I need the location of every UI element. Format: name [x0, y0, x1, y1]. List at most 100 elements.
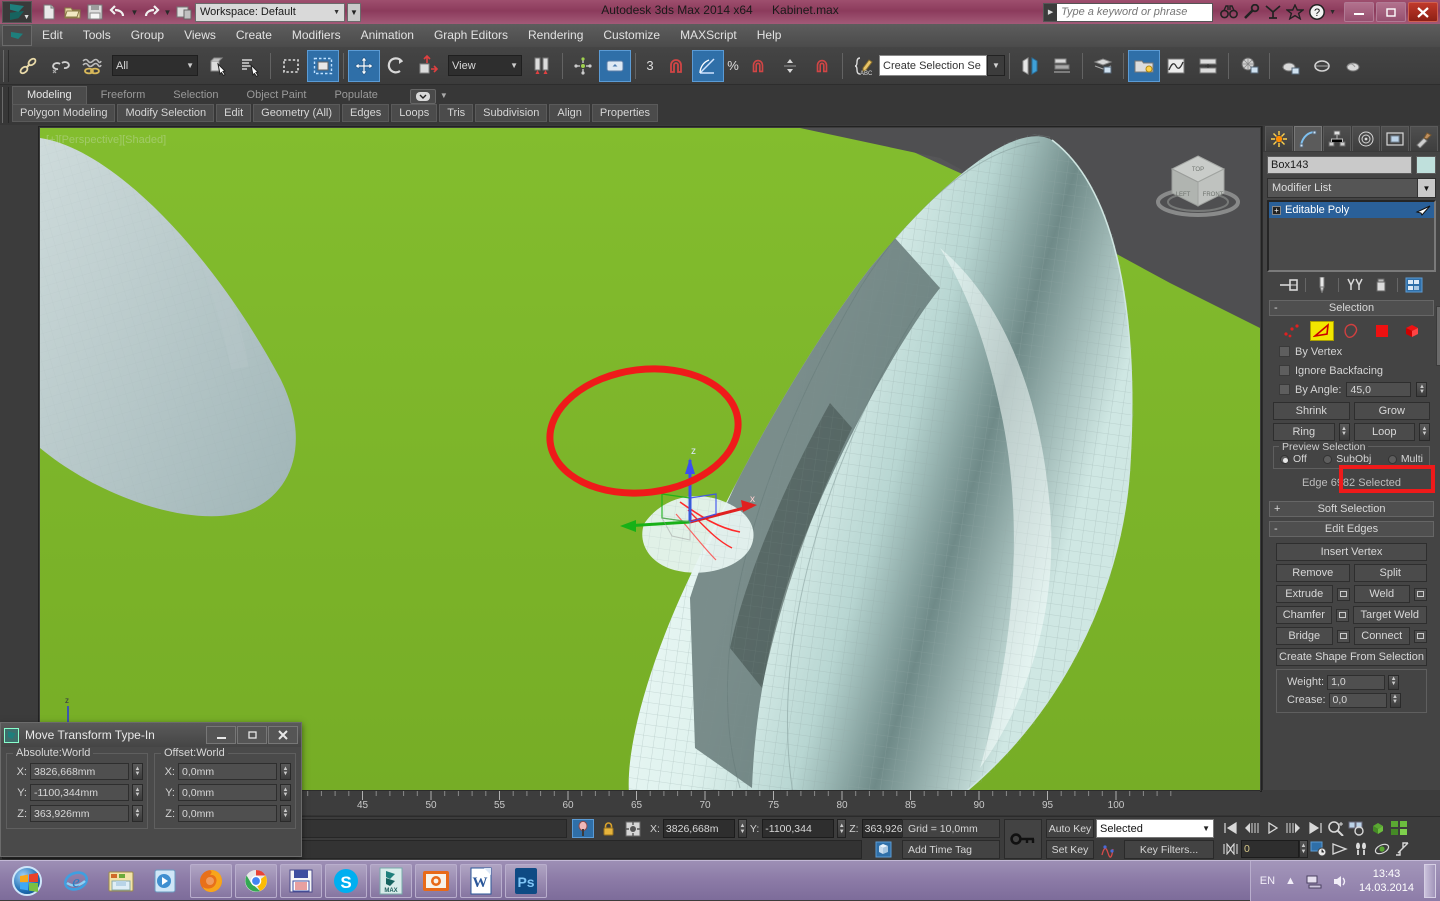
- taskbar-skype[interactable]: S: [325, 863, 367, 898]
- weld-button[interactable]: Weld: [1353, 585, 1410, 603]
- ignore-backfacing-row[interactable]: Ignore Backfacing: [1271, 361, 1432, 380]
- clock[interactable]: 13:43 14.03.2014: [1359, 867, 1414, 895]
- menu-item-graph-editors[interactable]: Graph Editors: [424, 24, 518, 47]
- menu-item-customize[interactable]: Customize: [593, 24, 670, 47]
- display-tab[interactable]: [1381, 126, 1409, 151]
- add-time-tag-button[interactable]: Add Time Tag: [902, 840, 1000, 859]
- layer-manager-icon[interactable]: [1087, 50, 1119, 82]
- zoom-extents-icon[interactable]: [1346, 818, 1367, 838]
- edge-subobject-button[interactable]: [1309, 321, 1334, 341]
- zoom-region-icon[interactable]: [1325, 818, 1346, 838]
- zoom-extents-all-icon[interactable]: [1367, 818, 1388, 838]
- target-weld-button[interactable]: Target Weld: [1352, 606, 1427, 624]
- configure-modifier-sets-icon[interactable]: [1404, 276, 1424, 294]
- offset-z-field[interactable]: 0,0mm: [178, 805, 277, 822]
- isolate-selection-icon[interactable]: [866, 840, 900, 859]
- move-transform-type-in-dialog[interactable]: Move Transform Type-In Absolute:World X:…: [0, 722, 302, 857]
- close-button[interactable]: [1408, 2, 1438, 22]
- menu-item-tools[interactable]: Tools: [73, 24, 121, 47]
- search-box[interactable]: ▶: [1043, 2, 1214, 22]
- weight-spinner[interactable]: ▲ ▼: [1388, 674, 1400, 690]
- offset-y-spinner[interactable]: ▲ ▼: [280, 784, 291, 801]
- named-selection-set-input[interactable]: Create Selection Se: [879, 55, 987, 76]
- curve-editor-icon[interactable]: [1160, 50, 1192, 82]
- modifier-stack[interactable]: + Editable Poly: [1267, 200, 1436, 272]
- taskbar-image-viewer[interactable]: [415, 863, 457, 898]
- ribbon-tab-freeform[interactable]: Freeform: [87, 87, 160, 104]
- absolute-relative-toggle-icon[interactable]: [622, 819, 644, 838]
- unlink-selection-icon[interactable]: [44, 50, 76, 82]
- coord-x-field[interactable]: 3826,668m: [662, 819, 735, 838]
- modifier-stack-item-editable-poly[interactable]: + Editable Poly: [1269, 202, 1434, 218]
- menu-item-maxscript[interactable]: MAXScript: [670, 24, 747, 47]
- taskbar-word[interactable]: W: [460, 863, 502, 898]
- minimize-button[interactable]: [1344, 2, 1374, 22]
- ribbon-grip[interactable]: [2, 87, 9, 123]
- current-frame-field[interactable]: 0: [1241, 840, 1299, 858]
- help-icon[interactable]: ?: [1307, 3, 1326, 22]
- pan-view-icon[interactable]: [1392, 839, 1413, 859]
- by-angle-field[interactable]: 45,0: [1346, 382, 1412, 397]
- taskbar-internet-explorer[interactable]: e: [55, 864, 97, 898]
- grow-button[interactable]: Grow: [1353, 402, 1430, 420]
- use-pivot-point-center-icon[interactable]: [526, 50, 558, 82]
- absolute-z-field[interactable]: 363,926mm: [30, 805, 129, 822]
- walkthrough-icon[interactable]: [1350, 839, 1371, 859]
- perspective-viewport[interactable]: z x [+][Perspective][Shaded] z y: [40, 128, 1260, 790]
- object-name-input[interactable]: Box143: [1267, 156, 1412, 174]
- taskbar-photoshop[interactable]: Ps: [505, 863, 547, 898]
- ribbon-panel-modify-selection[interactable]: Modify Selection: [117, 104, 215, 122]
- offset-y-field[interactable]: 0,0mm: [178, 784, 277, 801]
- hierarchy-tab[interactable]: [1323, 126, 1351, 151]
- dialog-minimize-button[interactable]: [206, 726, 236, 744]
- by-vertex-row[interactable]: By Vertex: [1271, 342, 1432, 361]
- volume-icon[interactable]: [1332, 874, 1348, 889]
- select-by-name-icon[interactable]: [234, 50, 266, 82]
- preview-multi-radio[interactable]: Multi: [1387, 453, 1423, 465]
- vertex-subobject-button[interactable]: [1280, 321, 1304, 341]
- favorites-star-icon[interactable]: [1285, 3, 1304, 22]
- offset-z-spinner[interactable]: ▲ ▼: [280, 805, 291, 822]
- border-subobject-button[interactable]: [1340, 321, 1364, 341]
- select-and-move-icon[interactable]: [348, 49, 380, 82]
- menu-item-animation[interactable]: Animation: [351, 24, 424, 47]
- scene-explorer-icon[interactable]: [1128, 49, 1160, 82]
- play-animation-icon[interactable]: [1262, 818, 1283, 838]
- absolute-y-field[interactable]: -1100,344mm: [30, 784, 129, 801]
- ribbon-tab-modeling[interactable]: Modeling: [12, 86, 87, 104]
- render-setup-icon[interactable]: [1274, 50, 1306, 82]
- auto-key-button[interactable]: Auto Key: [1046, 819, 1094, 838]
- selection-rollout-header[interactable]: - Selection: [1269, 300, 1434, 316]
- percent-snap-magnet-icon[interactable]: [742, 50, 774, 82]
- selection-lock-icon[interactable]: [572, 819, 594, 838]
- ribbon-panel-properties[interactable]: Properties: [591, 104, 659, 122]
- offset-x-field[interactable]: 0,0mm: [178, 763, 277, 780]
- dialog-close-button[interactable]: [268, 726, 298, 744]
- ribbon-panel-align[interactable]: Align: [549, 104, 590, 122]
- ribbon-panel-polygon-modeling[interactable]: Polygon Modeling: [12, 104, 116, 122]
- polygon-subobject-button[interactable]: [1370, 321, 1394, 341]
- goto-start-icon[interactable]: [1220, 818, 1241, 838]
- pin-stack-icon[interactable]: [1279, 276, 1299, 294]
- coord-x-spinner[interactable]: ▲ ▼: [737, 819, 747, 838]
- toolbar-grip[interactable]: [3, 49, 9, 82]
- select-and-rotate-icon[interactable]: [380, 50, 412, 82]
- by-angle-checkbox[interactable]: [1279, 384, 1290, 395]
- preview-subobj-radio[interactable]: SubObj: [1323, 453, 1371, 465]
- selection-filter-combo[interactable]: All ▼: [112, 55, 198, 76]
- dialog-maximize-button[interactable]: [237, 726, 267, 744]
- soft-selection-rollout-header[interactable]: + Soft Selection: [1269, 501, 1434, 517]
- menu-item-group[interactable]: Group: [121, 24, 174, 47]
- wrench-icon[interactable]: [1241, 3, 1260, 22]
- remove-modifier-icon[interactable]: [1371, 276, 1391, 294]
- absolute-x-spinner[interactable]: ▲ ▼: [132, 763, 143, 780]
- coord-y-field[interactable]: -1100,344: [762, 819, 835, 838]
- use-selection-center-icon[interactable]: [567, 50, 599, 82]
- taskbar-firefox[interactable]: [190, 863, 232, 898]
- rectangular-selection-region-icon[interactable]: [275, 50, 307, 82]
- rendered-frame-window-icon[interactable]: [1306, 50, 1338, 82]
- maximize-viewport-icon[interactable]: [1388, 818, 1409, 838]
- motion-tab[interactable]: [1352, 126, 1380, 151]
- show-hidden-icons-icon[interactable]: ▲: [1285, 875, 1296, 887]
- by-angle-row[interactable]: By Angle: 45,0 ▲ ▼: [1271, 380, 1432, 399]
